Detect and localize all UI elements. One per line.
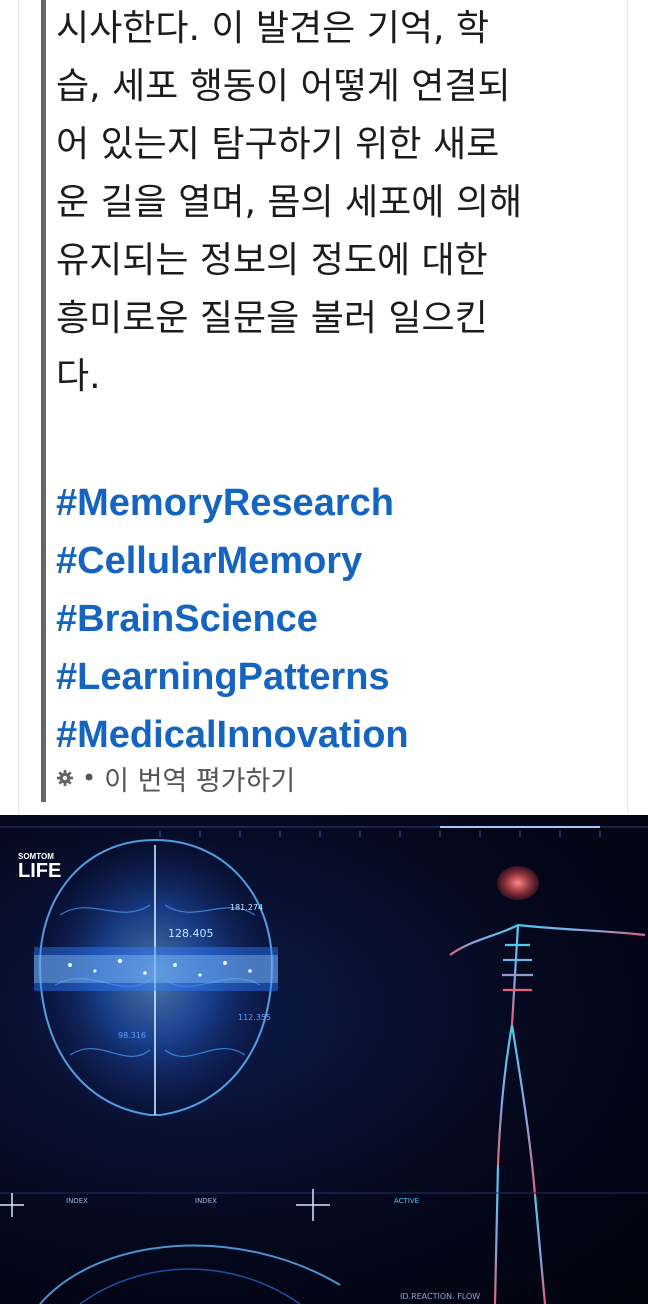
card-border-right: [627, 0, 628, 815]
hashtag-link[interactable]: #BrainScience: [56, 590, 616, 648]
hashtag-link[interactable]: #MemoryResearch: [56, 474, 616, 532]
hashtag-link[interactable]: #MedicalInnovation: [56, 706, 616, 764]
gear-icon: [56, 769, 74, 787]
post-body-text: 시사한다. 이 발견은 기억, 학 습, 세포 행동이 어떻게 연결되 어 있는…: [56, 0, 616, 406]
quote-bar: [41, 0, 46, 802]
post-card: 시사한다. 이 발견은 기억, 학 습, 세포 행동이 어떻게 연결되 어 있는…: [0, 0, 648, 815]
post-image[interactable]: 128.405 181.274 112.355 98.316 SOMTOM LI…: [0, 815, 648, 1304]
hashtag-list: #MemoryResearch #CellularMemory #BrainSc…: [56, 474, 616, 764]
card-border-left: [18, 0, 19, 815]
brain-readout: 112.355: [238, 1013, 271, 1022]
hud-label: INDEX: [195, 1197, 217, 1205]
body-line: 어 있는지 탐구하기 위한 새로: [56, 124, 500, 165]
rate-translation-link[interactable]: 이 번역 평가하기: [104, 759, 295, 798]
body-line: 운 길을 열며, 몸의 세포에 의해: [56, 182, 523, 223]
hud-label: INDEX: [66, 1197, 88, 1205]
brain-readout: 181.274: [230, 903, 263, 912]
body-skeleton: [449, 900, 646, 1304]
head-glow: [497, 866, 539, 900]
rate-translation-row[interactable]: • 이 번역 평가하기: [56, 758, 295, 798]
brain-body-illustration: 128.405 181.274 112.355 98.316 SOMTOM LI…: [0, 825, 648, 1304]
brain-readout: 98.316: [118, 1031, 146, 1040]
separator-dot: •: [82, 764, 97, 792]
hashtag-link[interactable]: #LearningPatterns: [56, 648, 616, 706]
page: 시사한다. 이 발견은 기억, 학 습, 세포 행동이 어떻게 연결되 어 있는…: [0, 0, 648, 1304]
body-line: 다.: [56, 356, 101, 397]
hud-label: ID.REACTION. FLOW: [400, 1292, 480, 1301]
body-line: 습, 세포 행동이 어떻게 연결되: [56, 66, 511, 107]
brain-readout: 128.405: [168, 927, 214, 940]
body-line: 유지되는 정보의 정도에 대한: [56, 240, 488, 281]
body-line: 시사한다. 이 발견은 기억, 학: [56, 8, 489, 49]
hud-label: ACTIVE: [394, 1197, 419, 1205]
logo-bottom: LIFE: [18, 860, 61, 882]
body-line: 흥미로운 질문을 불러 일으킨: [56, 298, 488, 339]
hashtag-link[interactable]: #CellularMemory: [56, 532, 616, 590]
